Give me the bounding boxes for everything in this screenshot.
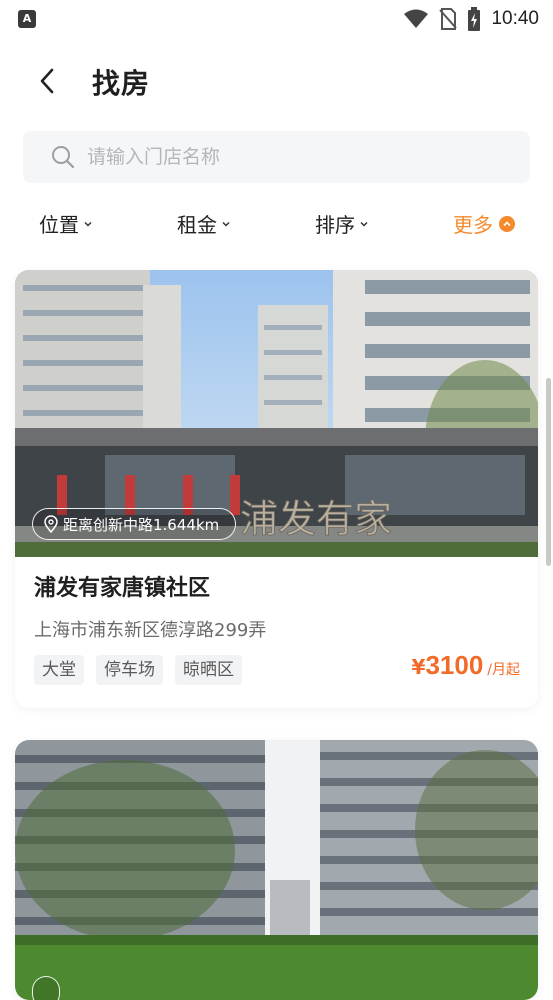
listing-photo [15,740,538,1000]
status-bar: A 10:40 [0,0,553,38]
filter-location-label: 位置 [39,213,79,237]
back-arrow-icon [40,68,54,94]
page-title: 找房 [92,67,151,100]
search-icon [52,146,75,169]
no-sim-icon [439,8,458,30]
building-sign: 浦发有家 [240,497,392,541]
clock: 10:40 [491,8,539,29]
tag-item: 晾晒区 [175,655,242,685]
price-unit: /月起 [487,662,520,678]
filter-rent[interactable]: 租金 [177,209,231,238]
chevron-down-icon [222,221,230,227]
listing-card[interactable]: 浦发有家 距离创新中路1.644km 浦发有家唐镇社区 上海市浦东新区德淳路29… [15,270,538,708]
tag-item: 停车场 [96,655,163,685]
header: 找房 [0,52,553,112]
listing-address: 上海市浦东新区德淳路299弄 [34,620,267,641]
app-notification-icon: A [18,10,36,28]
location-pin-icon [44,515,58,533]
battery-charging-icon [468,7,481,31]
price-value: 3100 [425,650,484,680]
amenity-tags: 大堂 停车场 晾晒区 [34,655,242,685]
chevron-down-icon [84,221,92,227]
filter-bar: 位置 租金 排序 更多 [0,205,553,245]
distance-badge: 距离创新中路1.644km [32,508,237,540]
listing-price: ¥ 3100 /月起 [412,650,520,681]
search-bar[interactable] [23,131,530,183]
filter-sort-label: 排序 [315,213,355,237]
filter-rent-label: 租金 [177,213,217,237]
listing-photo: 浦发有家 距离创新中路1.644km [15,270,538,557]
listing-card[interactable] [15,740,538,1000]
filter-more[interactable]: 更多 [453,209,515,238]
back-button[interactable] [30,64,64,98]
price-currency: ¥ [411,655,426,679]
wifi-icon [404,9,429,28]
distance-badge [32,976,60,1000]
chevron-down-icon [360,221,368,227]
filter-more-label: 更多 [453,213,493,237]
distance-text: 距离创新中路1.644km [63,515,220,534]
tag-item: 大堂 [34,655,84,685]
listing-name: 浦发有家唐镇社区 [34,576,211,601]
scrollbar[interactable] [546,378,551,566]
search-input[interactable] [85,145,489,169]
filter-sort[interactable]: 排序 [315,209,369,238]
expand-icon [499,215,515,232]
filter-location[interactable]: 位置 [39,209,93,238]
